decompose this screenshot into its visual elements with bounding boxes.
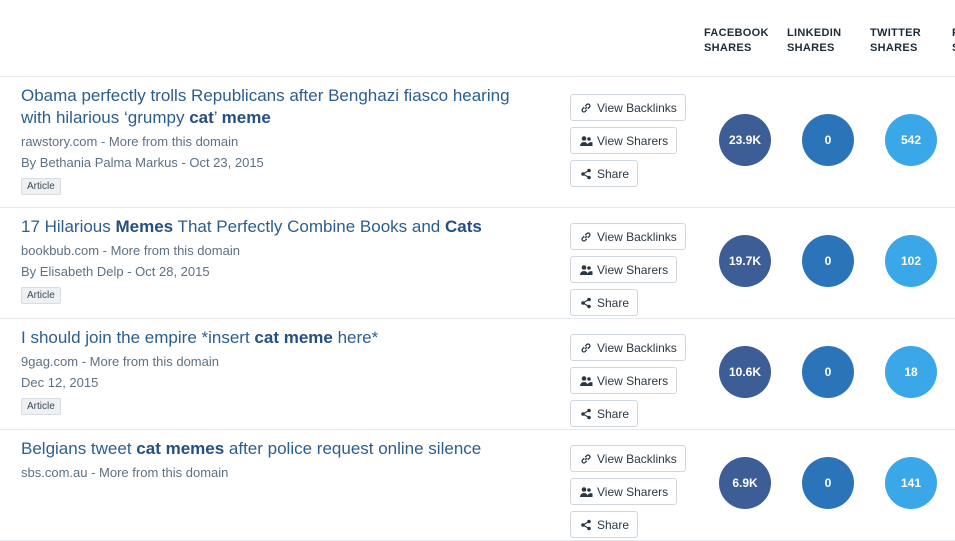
title-keyword: cat meme bbox=[254, 328, 333, 347]
button-label: View Backlinks bbox=[597, 100, 677, 115]
share-icon bbox=[579, 167, 593, 181]
title-keyword: meme bbox=[221, 108, 271, 127]
users-icon bbox=[579, 134, 593, 148]
linkedin-shares-count[interactable]: 0 bbox=[802, 114, 854, 166]
domain-line: 9gag.com - More from this domain bbox=[21, 354, 219, 369]
view-sharers-button[interactable]: View Sharers bbox=[570, 478, 678, 505]
view-sharers-button[interactable]: View Sharers bbox=[570, 256, 678, 283]
share-button[interactable]: Share bbox=[570, 511, 639, 538]
more-from-domain-link[interactable]: More from this domain bbox=[99, 465, 228, 480]
title-keyword: cat bbox=[189, 108, 214, 127]
share-button[interactable]: Share bbox=[570, 400, 639, 427]
twitter-shares-count[interactable]: 141 bbox=[885, 457, 937, 509]
facebook-shares-count[interactable]: 23.9K bbox=[719, 114, 771, 166]
article-row: 17 Hilarious Memes That Perfectly Combin… bbox=[0, 207, 955, 319]
article-title-link[interactable]: I should join the empire *insert cat mem… bbox=[21, 327, 541, 349]
link-icon bbox=[579, 341, 593, 355]
button-label: View Backlinks bbox=[597, 229, 677, 244]
facebook-shares-count[interactable]: 19.7K bbox=[719, 235, 771, 287]
twitter-shares-count[interactable]: 18 bbox=[885, 346, 937, 398]
more-from-domain-link[interactable]: More from this domain bbox=[111, 243, 240, 258]
share-button[interactable]: Share bbox=[570, 289, 639, 316]
author-date: By Bethania Palma Markus - Oct 23, 2015 bbox=[21, 155, 264, 170]
more-from-domain-link[interactable]: More from this domain bbox=[90, 354, 219, 369]
link-icon bbox=[579, 452, 593, 466]
button-label: View Backlinks bbox=[597, 340, 677, 355]
link-icon bbox=[579, 101, 593, 115]
view-backlinks-button[interactable]: View Backlinks bbox=[570, 94, 686, 121]
domain-line: sbs.com.au - More from this domain bbox=[21, 465, 229, 480]
title-text: I should join the empire *insert bbox=[21, 328, 255, 347]
button-label: Share bbox=[597, 406, 630, 421]
linkedin-shares-count[interactable]: 0 bbox=[802, 346, 854, 398]
author-date: By Elisabeth Delp - Oct 28, 2015 bbox=[21, 264, 210, 279]
domain-line: bookbub.com - More from this domain bbox=[21, 243, 240, 258]
users-icon bbox=[579, 485, 593, 499]
title-keyword: cat memes bbox=[136, 439, 225, 458]
article-title-link[interactable]: Obama perfectly trolls Republicans after… bbox=[21, 85, 541, 129]
facebook-shares-header[interactable]: FACEBOOK SHARES bbox=[704, 26, 769, 56]
share-icon bbox=[579, 407, 593, 421]
more-from-domain-link[interactable]: More from this domain bbox=[109, 134, 238, 149]
button-label: View Sharers bbox=[597, 373, 669, 388]
twitter-shares-header[interactable]: TWITTER SHARES bbox=[870, 26, 921, 56]
view-backlinks-button[interactable]: View Backlinks bbox=[570, 445, 686, 472]
title-text: ’ bbox=[213, 108, 222, 127]
button-label: Share bbox=[597, 295, 630, 310]
content-type-badge: Article bbox=[21, 178, 61, 195]
content-type-badge: Article bbox=[21, 398, 61, 415]
domain-name[interactable]: 9gag.com bbox=[21, 354, 78, 369]
domain-line: rawstory.com - More from this domain bbox=[21, 134, 239, 149]
users-icon bbox=[579, 374, 593, 388]
users-icon bbox=[579, 263, 593, 277]
title-keyword: Memes bbox=[115, 217, 174, 236]
share-button[interactable]: Share bbox=[570, 160, 639, 187]
article-row: I should join the empire *insert cat mem… bbox=[0, 318, 955, 430]
linkedin-shares-count[interactable]: 0 bbox=[802, 457, 854, 509]
facebook-shares-count[interactable]: 10.6K bbox=[719, 346, 771, 398]
twitter-shares-count[interactable]: 542 bbox=[885, 114, 937, 166]
share-icon bbox=[579, 296, 593, 310]
domain-name[interactable]: sbs.com.au bbox=[21, 465, 87, 480]
button-label: View Sharers bbox=[597, 484, 669, 499]
view-sharers-button[interactable]: View Sharers bbox=[570, 127, 678, 154]
button-label: View Backlinks bbox=[597, 451, 677, 466]
author-date: Dec 12, 2015 bbox=[21, 375, 99, 390]
title-text: That Perfectly Combine Books and bbox=[173, 217, 445, 236]
column-headers: FACEBOOK SHARES LINKEDIN SHARES TWITTER SHA… bbox=[0, 0, 955, 77]
facebook-shares-count[interactable]: 6.9K bbox=[719, 457, 771, 509]
linkedin-shares-header[interactable]: LINKEDIN SHARES bbox=[787, 26, 841, 56]
title-text: after police request online silence bbox=[224, 439, 482, 458]
button-label: View Sharers bbox=[597, 133, 669, 148]
domain-name[interactable]: rawstory.com bbox=[21, 134, 97, 149]
content-type-badge: Article bbox=[21, 287, 61, 304]
linkedin-shares-count[interactable]: 0 bbox=[802, 235, 854, 287]
button-label: Share bbox=[597, 166, 630, 181]
view-backlinks-button[interactable]: View Backlinks bbox=[570, 334, 686, 361]
share-icon bbox=[579, 518, 593, 532]
article-row: Belgians tweet cat memes after police re… bbox=[0, 429, 955, 541]
article-title-link[interactable]: 17 Hilarious Memes That Perfectly Combin… bbox=[21, 216, 541, 238]
title-text: here* bbox=[332, 328, 379, 347]
title-text: Belgians tweet bbox=[21, 439, 137, 458]
title-text: 17 Hilarious bbox=[21, 217, 116, 236]
article-title-link[interactable]: Belgians tweet cat memes after police re… bbox=[21, 438, 541, 460]
button-label: Share bbox=[597, 517, 630, 532]
domain-name[interactable]: bookbub.com bbox=[21, 243, 99, 258]
twitter-shares-count[interactable]: 102 bbox=[885, 235, 937, 287]
view-backlinks-button[interactable]: View Backlinks bbox=[570, 223, 686, 250]
title-keyword: Cats bbox=[444, 217, 482, 236]
button-label: View Sharers bbox=[597, 262, 669, 277]
view-sharers-button[interactable]: View Sharers bbox=[570, 367, 678, 394]
link-icon bbox=[579, 230, 593, 244]
article-row: Obama perfectly trolls Republicans after… bbox=[0, 76, 955, 208]
